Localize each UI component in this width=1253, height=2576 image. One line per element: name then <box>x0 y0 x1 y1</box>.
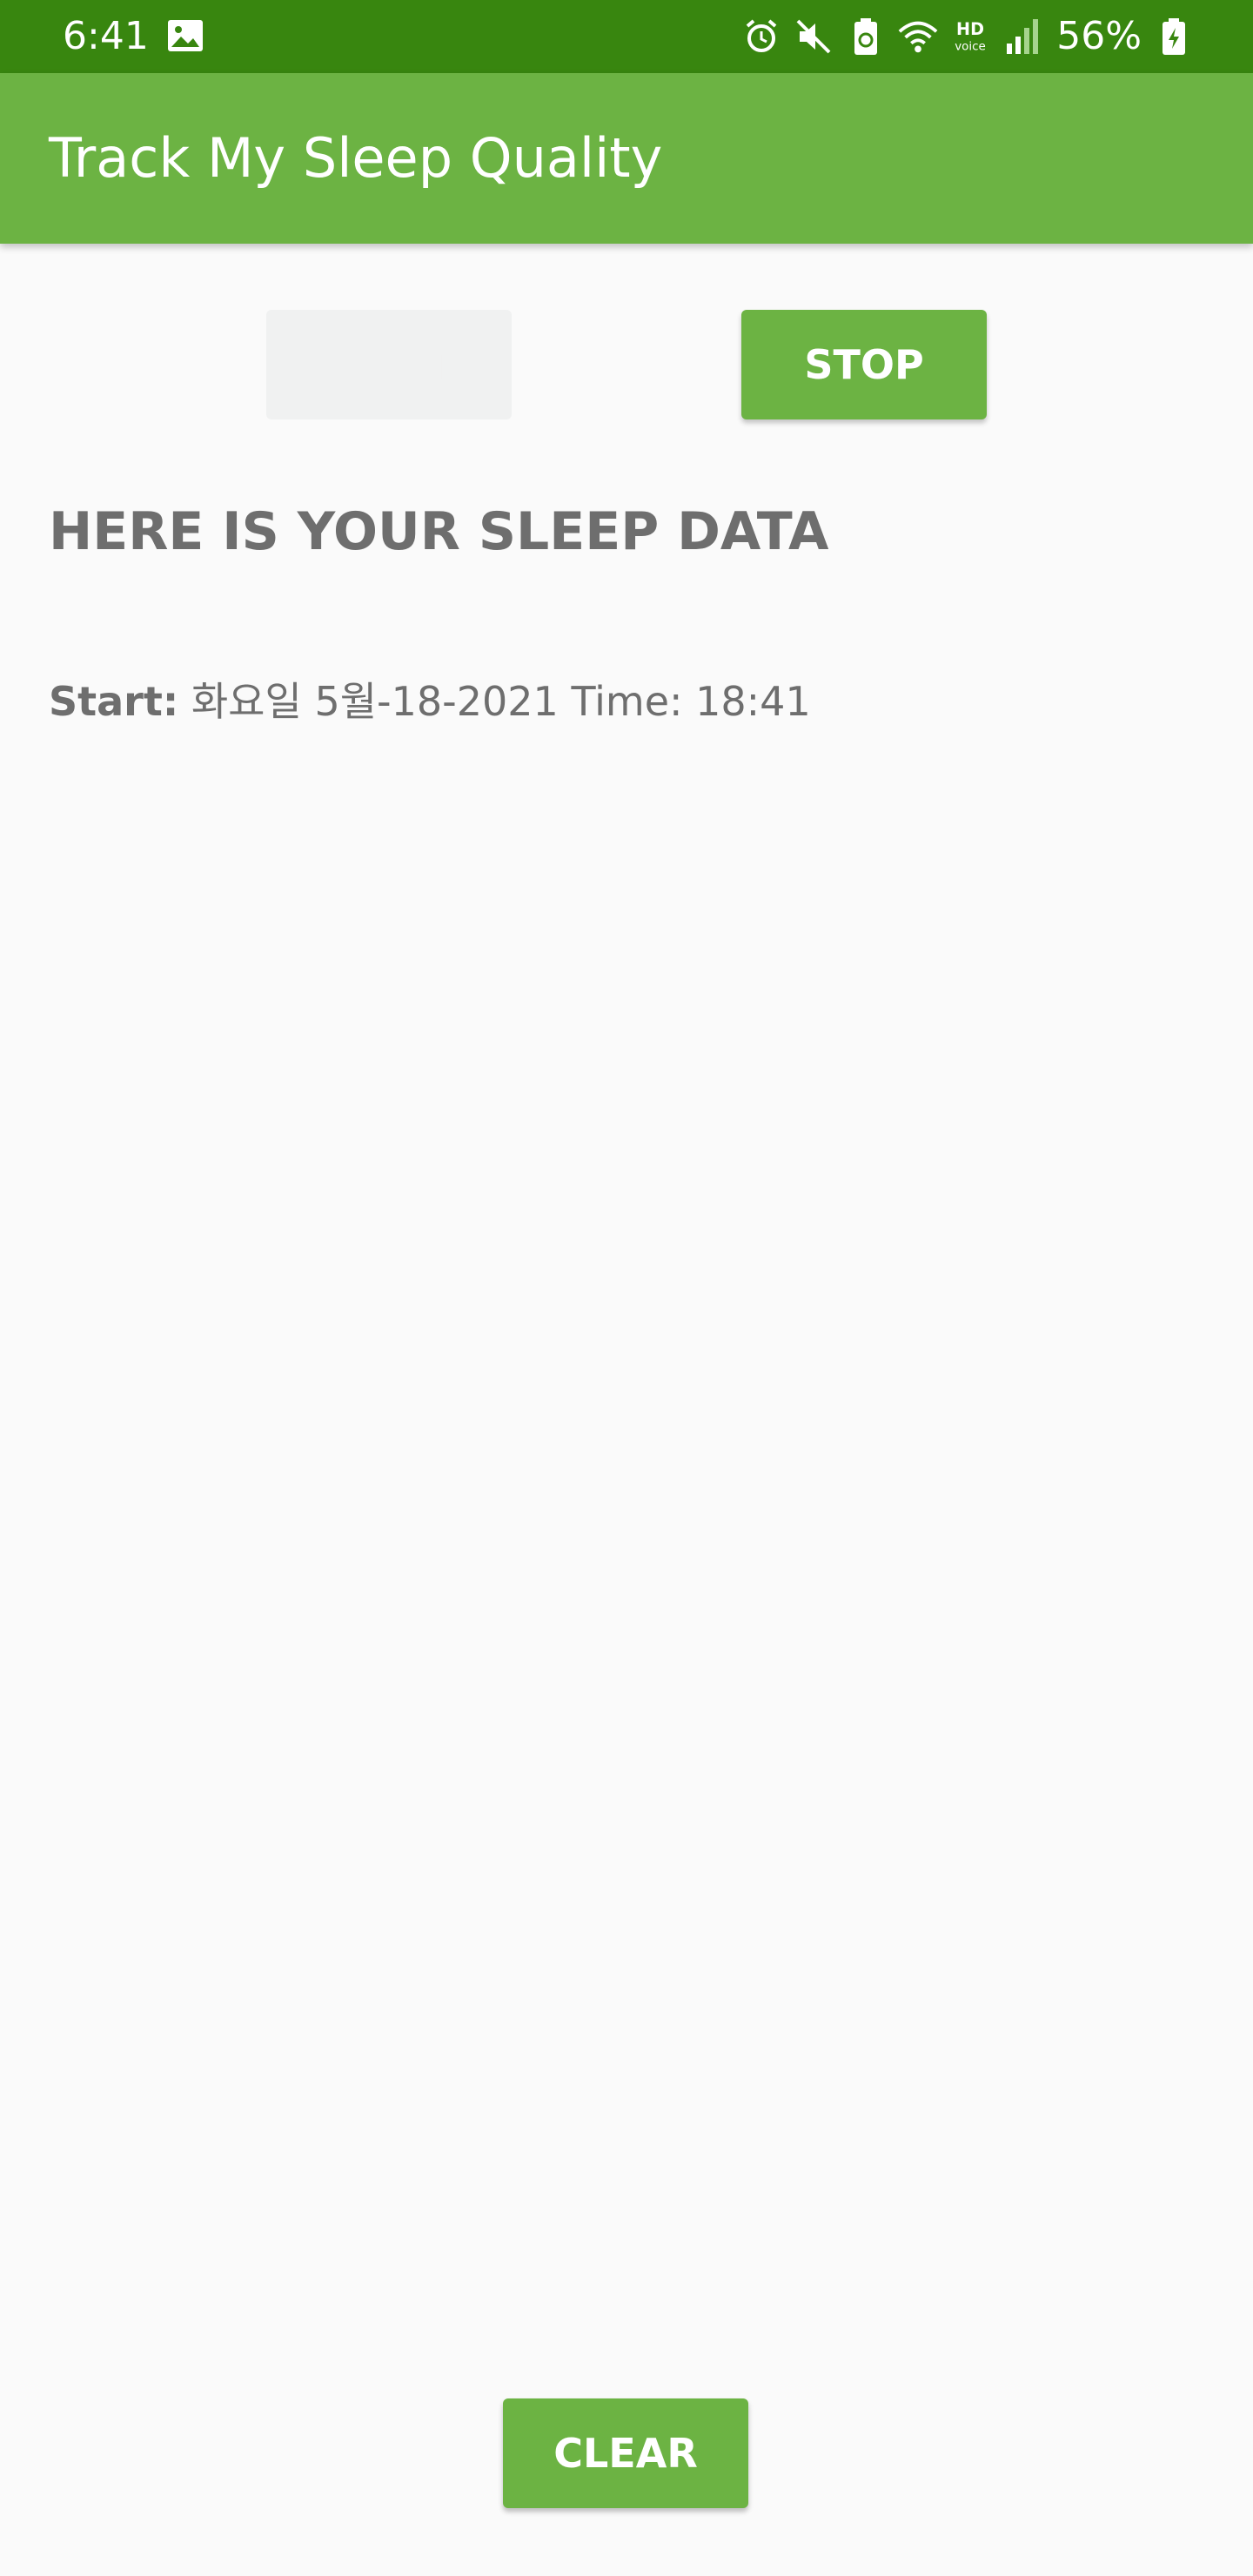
signal-icon <box>1002 17 1042 57</box>
sleep-data-heading: HERE IS YOUR SLEEP DATA <box>49 501 829 562</box>
wifi-icon <box>898 17 938 57</box>
status-bar: 6:41 HD voice 56% <box>0 0 1253 73</box>
battery-icon <box>1154 17 1194 57</box>
battery-saver-icon <box>846 17 886 57</box>
start-button[interactable]: START <box>266 310 512 419</box>
status-icons: HD voice 56% <box>729 12 1194 61</box>
sleep-entry-start-value: 화요일 5월-18-2021 Time: 18:41 <box>191 678 811 725</box>
app-bar: Track My Sleep Quality <box>0 73 1253 244</box>
hd-voice-icon: HD voice <box>950 17 990 57</box>
sleep-entry: Start: 화요일 5월-18-2021 Time: 18:41 <box>49 675 811 728</box>
stop-button[interactable]: STOP <box>741 310 987 419</box>
battery-percent: 56% <box>1056 14 1142 58</box>
alarm-icon <box>741 17 781 57</box>
image-icon <box>167 19 204 52</box>
clear-button[interactable]: CLEAR <box>503 2398 748 2508</box>
mute-icon <box>794 17 834 57</box>
sleep-entry-start-label: Start: <box>49 678 179 725</box>
svg-text:HD: HD <box>956 19 984 39</box>
app-title: Track My Sleep Quality <box>49 126 663 190</box>
svg-text:voice: voice <box>955 40 985 53</box>
status-time: 6:41 <box>63 14 149 58</box>
